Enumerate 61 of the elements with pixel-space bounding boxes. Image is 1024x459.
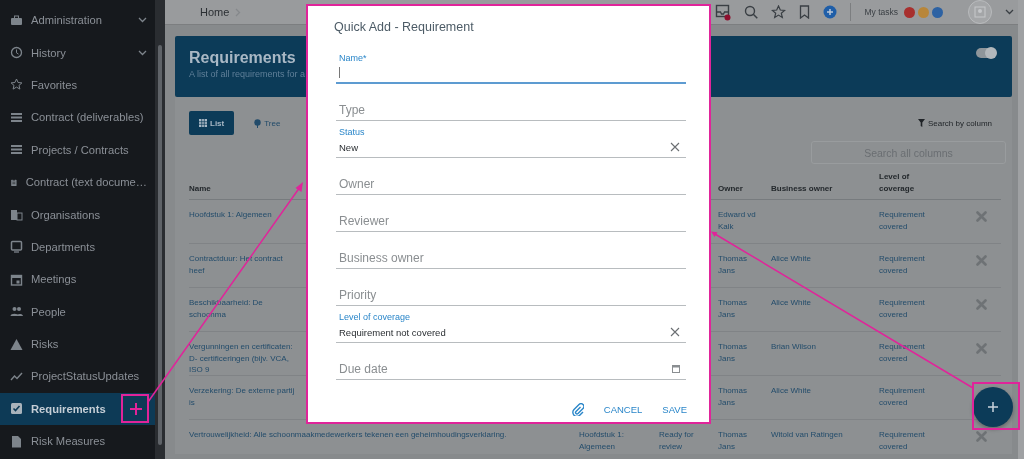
sidebar-item[interactable]: ProjectStatusUpdates <box>0 360 155 393</box>
requirement-link[interactable]: Vertrouwelijkheid: Alle schoonmaakmedewerkers tekenen een geheimhoudingsverklaring. <box>189 429 579 441</box>
table-cell-text: Requirement covered <box>879 385 926 409</box>
date-field[interactable]: Due date <box>336 359 686 380</box>
table-cell-text: Requirement covered <box>879 209 926 233</box>
field-label: Status <box>338 127 365 137</box>
breadcrumb-link[interactable]: Home <box>200 6 230 18</box>
tasks-label[interactable]: My tasks <box>864 7 898 17</box>
table-cell-text: Requirement covered <box>879 253 926 277</box>
table-cell-text: Alice White <box>771 253 812 265</box>
requirement-link[interactable]: Vergunningen en certificaten: D- certificeringen (bijv. VCA, ISO 9 <box>189 341 301 376</box>
sidebar-item[interactable]: History <box>0 36 155 69</box>
column-header[interactable]: Owner <box>718 183 743 195</box>
table-cell-text: Thomas Jans <box>718 253 748 277</box>
sidebar-item[interactable]: Risks <box>0 327 155 361</box>
sidebar-item[interactable]: Contract (deliverables) <box>0 101 155 134</box>
sidebar-item[interactable]: Meetings <box>0 263 155 296</box>
table-cell-text: Ready for review <box>659 429 695 453</box>
select-field[interactable]: Requirement not covered <box>336 322 686 343</box>
table-cell-text: Thomas Jans <box>718 385 748 409</box>
table-cell-text: Hoofdstuk 1: Algemeen <box>579 429 625 453</box>
sidebar-item[interactable]: People <box>0 295 155 328</box>
column-header[interactable]: Business owner <box>771 183 833 195</box>
sidebar-item[interactable]: Departments <box>0 230 155 264</box>
column-header[interactable]: Name <box>189 183 211 195</box>
page-title: Requirements <box>189 49 296 67</box>
field-label: Name* <box>338 53 367 63</box>
table-cell-text: Thomas Jans <box>718 429 748 453</box>
text-field[interactable]: Reviewer <box>336 211 686 232</box>
requirement-link[interactable]: Hoofdstuk 1: Algemeen <box>189 209 301 221</box>
table-cell-text: Witold van Ratingen <box>771 429 844 441</box>
search-by-column-button[interactable]: Search by column <box>917 118 992 128</box>
table-cell-text: Edward vd Kalk <box>718 209 757 233</box>
sidebar-item[interactable]: Favorites <box>0 68 155 102</box>
view-tab[interactable]: Tree <box>244 111 291 135</box>
dialog-title: Quick Add - Requirement <box>334 20 474 34</box>
table-cell-text: Alice White <box>771 385 812 397</box>
sidebar-item[interactable]: Administration <box>0 4 155 37</box>
sidebar-item[interactable]: Risk Measures <box>0 425 155 458</box>
dialog-button[interactable]: SAVE <box>662 402 687 417</box>
table-cell-text: Requirement covered <box>879 429 926 453</box>
sidebar-item[interactable]: Organisations <box>0 198 155 231</box>
dialog-button[interactable]: CANCEL <box>603 402 643 417</box>
field-label: Level of coverage <box>338 312 411 322</box>
select-field[interactable]: New <box>336 137 686 158</box>
text-field[interactable]: Business owner <box>336 248 686 269</box>
text-field[interactable]: Priority <box>336 285 686 306</box>
sidebar-item[interactable]: Contract (text docume… <box>0 165 155 199</box>
view-tab[interactable]: List <box>189 111 235 135</box>
table-cell-text: Requirement covered <box>879 297 926 321</box>
table-cell-text: Brian Wilson <box>771 341 817 353</box>
page-subtitle: A list of all requirements for a <box>189 69 306 79</box>
table-cell-text: Thomas Jans <box>718 341 748 365</box>
table-cell-text: Alice White <box>771 297 812 309</box>
text-field[interactable]: Owner <box>336 174 686 195</box>
sidebar-item[interactable]: Requirements <box>0 392 155 426</box>
sidebar-item[interactable]: Projects / Contracts <box>0 133 155 166</box>
column-header[interactable]: Level of coverage <box>879 171 929 195</box>
requirement-link[interactable]: Verzekering: De externe partij is <box>189 385 301 409</box>
table-cell-text: Thomas Jans <box>718 297 748 321</box>
text-field[interactable]: Type <box>336 100 686 121</box>
